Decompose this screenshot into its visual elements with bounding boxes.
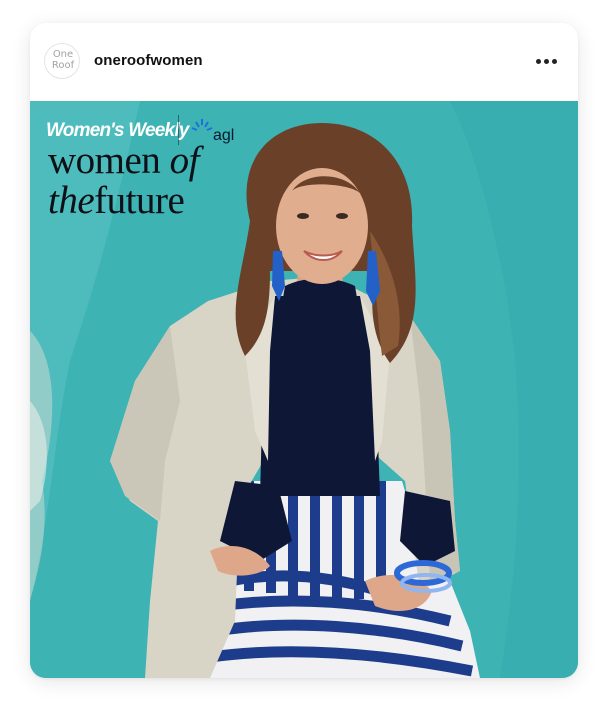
avatar-logo-text: One Roof: [51, 49, 75, 71]
instagram-post-card: One Roof oneroofwomen Women's Weekly agl…: [30, 23, 578, 678]
more-options-button[interactable]: [530, 47, 564, 75]
headline-line-1: women of: [48, 139, 199, 182]
page: One Roof oneroofwomen Women's Weekly agl…: [0, 0, 608, 711]
post-header: One Roof oneroofwomen: [30, 23, 578, 101]
account-username[interactable]: oneroofwomen: [94, 52, 203, 70]
headline-line-2: thefuture: [48, 179, 185, 222]
more-options-icon: [536, 59, 541, 64]
agl-logo-text: agl: [213, 127, 235, 144]
post-image[interactable]: Women's Weekly agl women of thefuture: [30, 101, 578, 678]
avatar[interactable]: One Roof: [44, 43, 80, 79]
